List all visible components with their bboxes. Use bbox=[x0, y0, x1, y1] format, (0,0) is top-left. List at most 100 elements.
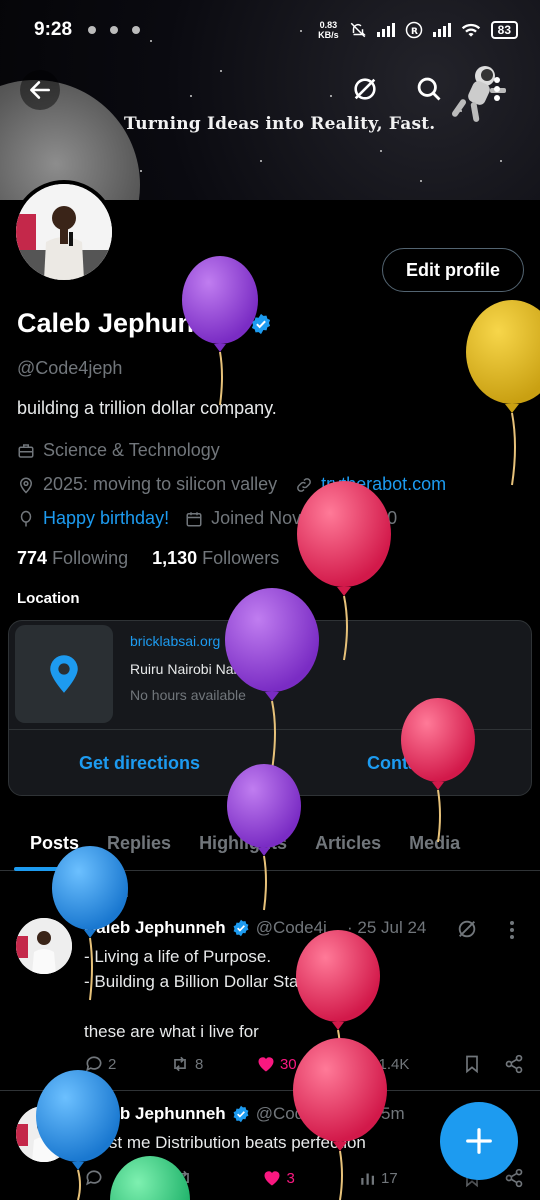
grok-button[interactable] bbox=[346, 70, 384, 108]
reply-icon bbox=[86, 1170, 102, 1186]
tab-media[interactable]: Media bbox=[395, 815, 474, 871]
svg-text:R: R bbox=[411, 27, 418, 37]
back-button[interactable] bbox=[20, 70, 60, 110]
post-text: Trust me Distribution beats perfection bbox=[84, 1133, 366, 1152]
like-button[interactable]: 3 bbox=[262, 1168, 295, 1188]
mute-icon bbox=[350, 22, 366, 38]
profile-name: Caleb Jephunneh bbox=[17, 308, 272, 339]
plus-icon bbox=[466, 1128, 492, 1154]
location-hours: No hours available bbox=[130, 687, 246, 703]
post-date: · 25 Jul 24 bbox=[347, 918, 427, 937]
edit-profile-button[interactable]: Edit profile bbox=[382, 248, 524, 292]
briefcase-icon bbox=[18, 443, 34, 458]
tab-highlights[interactable]: Highlights bbox=[185, 815, 301, 871]
status-time: 9:28 bbox=[34, 19, 73, 40]
post-handle: @Code4jeph bbox=[255, 1104, 356, 1123]
grok-icon bbox=[354, 78, 376, 100]
contact-button[interactable]: Contact bbox=[367, 753, 434, 774]
location-card[interactable]: bricklabsai.org Ruiru Nairobi Nairobi 13… bbox=[8, 620, 532, 796]
pinned-indicator: Pinned bbox=[60, 884, 129, 900]
status-right: 0.83 KB/s R 83 bbox=[318, 20, 518, 40]
more-vertical-icon bbox=[494, 77, 500, 101]
post-handle: @Code4j... bbox=[255, 918, 341, 937]
share-icon[interactable] bbox=[504, 1168, 524, 1188]
birthday-link[interactable]: Happy birthday! bbox=[43, 508, 169, 529]
balloon-yellow bbox=[466, 300, 540, 486]
views-button[interactable]: 17 bbox=[359, 1168, 398, 1188]
post-author[interactable]: Caleb Jephunneh bbox=[84, 1104, 226, 1124]
post-header: Caleb Jephunneh @Code4j... · 25 Jul 24 bbox=[84, 918, 426, 938]
avatar-image bbox=[16, 184, 112, 280]
views-button[interactable]: 11.4K bbox=[349, 1054, 409, 1074]
repost-button[interactable] bbox=[172, 1168, 198, 1188]
profile-location-row: 2025: moving to silicon valley trytherab… bbox=[17, 474, 446, 495]
wifi-icon bbox=[461, 23, 480, 37]
reply-button[interactable]: 2 bbox=[84, 1054, 116, 1074]
profile-avatar[interactable] bbox=[12, 180, 116, 284]
signal-icon bbox=[376, 23, 395, 37]
verified-badge-icon bbox=[233, 1105, 249, 1123]
get-directions-button[interactable]: Get directions bbox=[79, 753, 200, 774]
more-options-button[interactable] bbox=[478, 70, 516, 108]
bookmark-share-group bbox=[462, 1054, 524, 1074]
post-avatar[interactable] bbox=[16, 1106, 72, 1162]
followers-link[interactable]: 1,130 Followers bbox=[152, 548, 279, 569]
profile-dates-row: Happy birthday! Joined November 2020 bbox=[17, 508, 397, 529]
location-map-thumbnail[interactable] bbox=[15, 625, 113, 723]
repost-icon bbox=[174, 1056, 186, 1072]
post-divider bbox=[0, 1090, 540, 1091]
verified-badge-icon[interactable] bbox=[250, 313, 272, 335]
balloon-icon bbox=[20, 510, 32, 526]
heart-filled-icon bbox=[264, 1171, 280, 1186]
map-pin-icon bbox=[50, 655, 78, 693]
verified-badge-icon bbox=[233, 919, 249, 937]
share-icon[interactable] bbox=[504, 1054, 524, 1074]
tab-posts[interactable]: Posts bbox=[0, 815, 93, 871]
link-icon bbox=[297, 477, 312, 492]
profile-bio: building a trillion dollar company. bbox=[17, 398, 277, 418]
calendar-icon bbox=[186, 511, 202, 526]
repost-button[interactable]: 8 bbox=[169, 1054, 203, 1074]
following-link[interactable]: 774 Following bbox=[17, 548, 128, 569]
battery-indicator: 83 bbox=[490, 21, 518, 39]
repost-icon bbox=[177, 1170, 190, 1186]
tab-articles[interactable]: Articles bbox=[301, 815, 395, 871]
views-icon bbox=[351, 1059, 365, 1071]
profile-name-text: Caleb Jephunneh bbox=[17, 308, 243, 338]
post-author[interactable]: Caleb Jephunneh bbox=[84, 918, 226, 938]
like-button[interactable]: 30 bbox=[256, 1054, 297, 1074]
tab-replies[interactable]: Replies bbox=[93, 815, 185, 871]
views-icon bbox=[361, 1173, 375, 1185]
location-divider bbox=[9, 729, 531, 730]
joined-text: Joined November 2020 bbox=[211, 508, 398, 528]
post-avatar[interactable] bbox=[16, 918, 72, 974]
roaming-icon: R bbox=[405, 21, 422, 39]
pin-icon bbox=[62, 886, 73, 898]
website-link[interactable]: trytherabot.com bbox=[321, 474, 446, 495]
signal-icon-2 bbox=[432, 23, 451, 37]
category-text: Science & Technology bbox=[43, 440, 220, 460]
reply-button[interactable] bbox=[84, 1168, 108, 1188]
arrow-left-icon bbox=[30, 81, 50, 99]
post-date: · 35m bbox=[361, 1104, 405, 1123]
post-more-icon[interactable] bbox=[508, 920, 516, 940]
location-pin-icon bbox=[19, 477, 33, 494]
banner-tagline: Turning Ideas into Reality, Fast. bbox=[124, 114, 436, 134]
location-text: 2025: moving to silicon valley bbox=[43, 474, 278, 494]
profile-handle: @Code4jeph bbox=[17, 358, 123, 378]
pinned-label: Pinned bbox=[82, 884, 129, 900]
notification-icons bbox=[88, 26, 141, 34]
net-speed: 0.83 KB/s bbox=[318, 20, 339, 40]
location-url[interactable]: bricklabsai.org bbox=[130, 633, 220, 649]
heart-filled-icon bbox=[258, 1057, 274, 1072]
location-address: Ruiru Nairobi Nairobi 137 bbox=[130, 661, 288, 677]
bookmark-icon[interactable] bbox=[462, 1054, 482, 1074]
reply-icon bbox=[86, 1056, 102, 1072]
post-actions: 2 8 30 11.4K bbox=[84, 1054, 524, 1074]
follow-stats: 774 Following 1,130 Followers bbox=[17, 548, 279, 569]
location-section-title: Location bbox=[17, 590, 80, 607]
search-button[interactable] bbox=[410, 70, 448, 108]
compose-post-button[interactable] bbox=[440, 1102, 518, 1180]
profile-category: Science & Technology bbox=[17, 440, 220, 461]
grok-icon[interactable] bbox=[456, 918, 478, 940]
